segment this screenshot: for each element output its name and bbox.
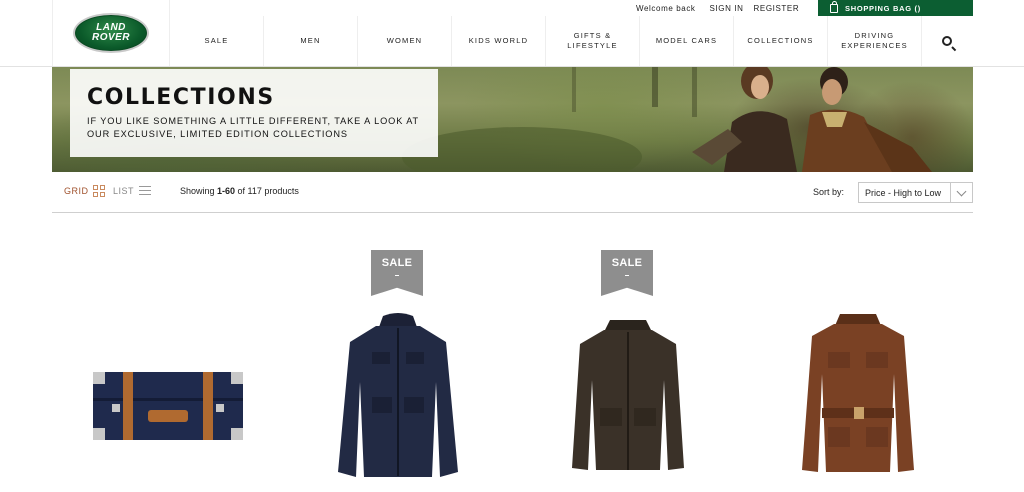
- results-count: Showing 1-60 of 117 products: [180, 186, 299, 196]
- logo-link[interactable]: LAND ROVER: [52, 0, 170, 66]
- search-icon: [941, 36, 952, 46]
- nav-item-gifts-lifestyle[interactable]: GIFTS & LIFESTYLE: [545, 16, 639, 66]
- sale-badge: SALE: [601, 250, 653, 296]
- banner-subtitle: IF YOU LIKE SOMETHING A LITTLE DIFFERENT…: [87, 116, 419, 139]
- product-image-navy-jacket: [338, 313, 458, 477]
- search-button[interactable]: [921, 16, 971, 66]
- list-view-label: LIST: [113, 185, 135, 196]
- sort-label: Sort by:: [813, 187, 845, 197]
- listing-toolbar: GRID LIST Showing 1-60 of 117 products S…: [52, 172, 973, 213]
- utility-bar: Welcome back SIGN IN REGISTER: [636, 0, 809, 16]
- banner-text-card: COLLECTIONS IF YOU LIKE SOMETHING A LITT…: [70, 69, 438, 157]
- shopping-bag-button[interactable]: SHOPPING BAG (): [818, 0, 973, 16]
- nav-item-women[interactable]: WOMEN: [357, 16, 451, 66]
- sort-dropdown[interactable]: Price - High to Low: [858, 182, 973, 203]
- logo-text-rover: ROVER: [91, 32, 131, 43]
- chevron-down-icon: [950, 183, 972, 202]
- grid-view-toggle[interactable]: GRID: [64, 185, 105, 197]
- product-card-navy-jacket[interactable]: SALE: [298, 240, 498, 492]
- nav-item-model-cars[interactable]: MODEL CARS: [639, 16, 733, 66]
- grid-view-label: GRID: [64, 186, 89, 196]
- product-card-brown-waxed-jacket[interactable]: SALE: [528, 240, 728, 492]
- nav-item-driving-experiences[interactable]: DRIVING EXPERIENCES: [827, 16, 921, 66]
- main-nav: SALE MEN WOMEN KIDS WORLD GIFTS & LIFEST…: [170, 16, 971, 66]
- sort-value: Price - High to Low: [865, 187, 942, 198]
- nav-item-kids-world[interactable]: KIDS WORLD: [451, 16, 545, 66]
- list-icon: [139, 185, 152, 196]
- site-header: LAND ROVER Welcome back SIGN IN REGISTER…: [0, 0, 1024, 67]
- nav-item-men[interactable]: MEN: [263, 16, 357, 66]
- sign-in-link[interactable]: SIGN IN: [710, 4, 744, 13]
- product-image-brown-waxed-jacket: [572, 320, 684, 470]
- shopping-bag-label: SHOPPING BAG (): [845, 3, 921, 13]
- grid-icon: [92, 185, 105, 197]
- land-rover-logo[interactable]: LAND ROVER: [73, 13, 149, 53]
- nav-item-collections[interactable]: COLLECTIONS: [733, 16, 827, 66]
- sale-badge: SALE: [371, 250, 423, 296]
- welcome-text: Welcome back: [636, 3, 696, 13]
- product-image-suitcase: [93, 372, 243, 440]
- banner-title: COLLECTIONS: [87, 85, 275, 110]
- shopping-bag-icon: [830, 0, 838, 13]
- product-card-brown-leather-jacket[interactable]: [758, 240, 958, 492]
- nav-item-sale[interactable]: SALE: [170, 16, 263, 66]
- register-link[interactable]: REGISTER: [754, 4, 800, 13]
- collections-banner: COLLECTIONS IF YOU LIKE SOMETHING A LITT…: [52, 67, 973, 172]
- product-card-suitcase[interactable]: [68, 240, 268, 492]
- product-image-brown-leather-jacket: [802, 314, 914, 472]
- list-view-toggle[interactable]: LIST: [113, 185, 152, 196]
